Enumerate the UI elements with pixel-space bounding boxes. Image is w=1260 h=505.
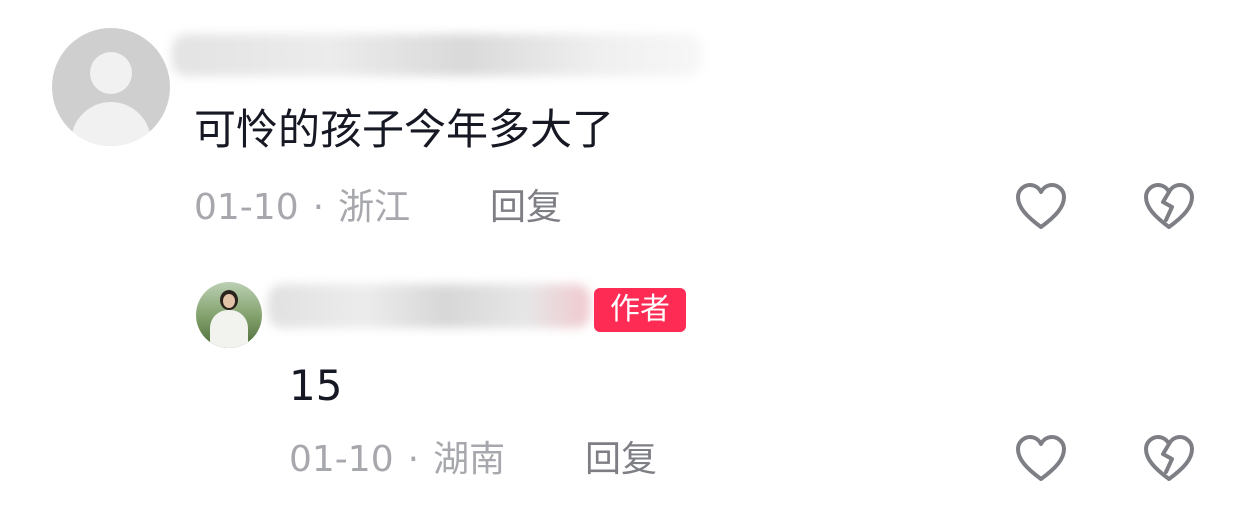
avatar-head-shape [90, 52, 132, 94]
avatar-body-shape [71, 102, 151, 146]
reply-button[interactable]: 回复 [490, 186, 562, 230]
broken-heart-icon[interactable] [1142, 434, 1196, 484]
avatar-face-shape [223, 294, 235, 308]
heart-outline-icon[interactable] [1014, 434, 1068, 484]
comment-date: 01-10 [194, 187, 299, 228]
comment-text: 15 [289, 361, 343, 410]
comment-location: 湖南 [433, 439, 506, 480]
comment-item: 可怜的孩子今年多大了 01-10 · 浙江 回复 [0, 0, 1260, 260]
username-blurred[interactable] [268, 284, 590, 328]
broken-heart-icon[interactable] [1142, 182, 1196, 232]
username-blurred[interactable] [172, 34, 702, 76]
author-badge: 作者 [594, 288, 686, 332]
comment-location: 浙江 [338, 187, 411, 228]
reply-item: 作者 15 01-10 · 湖南 回复 [0, 270, 1260, 505]
avatar[interactable] [196, 282, 262, 348]
reply-button[interactable]: 回复 [585, 438, 657, 482]
avatar[interactable] [52, 28, 170, 146]
comment-text: 可怜的孩子今年多大了 [194, 105, 615, 154]
meta-separator: · [407, 439, 420, 480]
comment-date: 01-10 [289, 439, 394, 480]
avatar-body-shape [210, 310, 248, 348]
comment-meta: 01-10 · 湖南 [289, 438, 505, 482]
heart-outline-icon[interactable] [1014, 182, 1068, 232]
meta-separator: · [312, 187, 325, 228]
comment-meta: 01-10 · 浙江 [194, 186, 410, 230]
